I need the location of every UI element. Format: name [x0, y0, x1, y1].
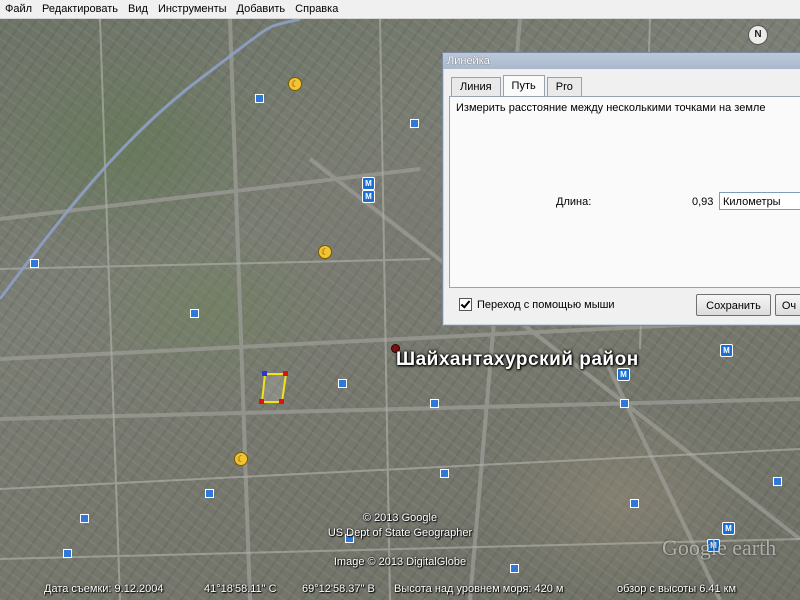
image-credit: Image © 2013 DigitalGlobe — [333, 556, 467, 568]
ruler-tabs: Линия Путь Pro — [451, 75, 584, 97]
mouse-navigation-checkbox[interactable] — [459, 298, 472, 311]
place-label[interactable]: Шайхантахурский район — [396, 349, 639, 371]
photo-icon[interactable] — [620, 399, 629, 408]
menu-edit[interactable]: Редактировать — [37, 0, 123, 18]
metro-icon[interactable]: M — [362, 177, 375, 190]
photo-icon[interactable] — [80, 514, 89, 523]
copyright-geographer: US Dept of State Geographer — [327, 527, 473, 539]
photo-icon[interactable] — [190, 309, 199, 318]
mosque-icon[interactable]: ☾ — [318, 245, 332, 259]
save-button[interactable]: Сохранить — [696, 294, 771, 316]
photo-icon[interactable] — [510, 564, 519, 573]
eye-altitude: обзор с высоты 6.41 км — [617, 583, 737, 595]
photo-icon[interactable] — [410, 119, 419, 128]
mouse-navigation-label: Переход с помощью мыши — [477, 298, 615, 311]
metro-icon[interactable]: M — [722, 522, 735, 535]
metro-icon[interactable]: M — [362, 190, 375, 203]
mosque-icon[interactable]: ☾ — [288, 77, 302, 91]
elevation: Высота над уровнем моря: 420 м — [394, 583, 564, 595]
photo-icon[interactable] — [255, 94, 264, 103]
menu-help[interactable]: Справка — [290, 0, 343, 18]
tab-path[interactable]: Путь — [502, 75, 545, 97]
menu-tools[interactable]: Инструменты — [153, 0, 232, 18]
menu-file[interactable]: Файл — [0, 0, 37, 18]
length-label: Длина: — [556, 196, 592, 208]
photo-icon[interactable] — [30, 259, 39, 268]
mouse-navigation-option[interactable]: Переход с помощью мыши — [459, 298, 615, 311]
ruler-dialog: Линейка Линия Путь Pro Измерить расстоян… — [442, 52, 800, 326]
photo-icon[interactable] — [630, 499, 639, 508]
clear-button[interactable]: Оч — [775, 294, 800, 316]
photo-icon[interactable] — [440, 469, 449, 478]
longitude: 69°12'58.37" В — [302, 583, 375, 595]
dialog-title[interactable]: Линейка — [443, 53, 800, 69]
google-earth-logo: Google earth — [662, 535, 777, 560]
metro-icon[interactable]: M — [720, 344, 733, 357]
imagery-date: Дата съемки: 9.12.2004 — [44, 583, 164, 595]
mosque-icon[interactable]: ☾ — [234, 452, 248, 466]
photo-icon[interactable] — [63, 549, 72, 558]
photo-icon[interactable] — [430, 399, 439, 408]
tab-line[interactable]: Линия — [451, 77, 501, 97]
tab-pro[interactable]: Pro — [546, 77, 582, 97]
latitude: 41°18'58.11" С — [204, 583, 277, 595]
ruler-description: Измерить расстояние между несколькими то… — [456, 102, 766, 114]
unit-select[interactable]: Километры — [719, 192, 800, 210]
copyright-google: © 2013 Google — [362, 512, 438, 524]
photo-icon[interactable] — [773, 477, 782, 486]
menu-add[interactable]: Добавить — [232, 0, 291, 18]
photo-icon[interactable] — [205, 489, 214, 498]
ruler-panel: Измерить расстояние между несколькими то… — [449, 96, 800, 288]
menu-view[interactable]: Вид — [123, 0, 153, 18]
menu-bar: Файл Редактировать Вид Инструменты Добав… — [0, 0, 800, 19]
photo-icon[interactable] — [338, 379, 347, 388]
length-value: 0,93 — [692, 196, 714, 208]
status-bar: Дата съемки: 9.12.2004 41°18'58.11" С 69… — [0, 579, 800, 600]
compass-icon[interactable]: N — [748, 25, 768, 45]
